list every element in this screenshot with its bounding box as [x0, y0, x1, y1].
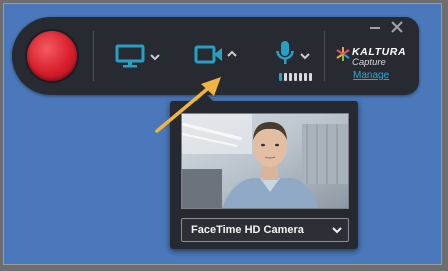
camera-select-value: FaceTime HD Camera: [191, 224, 304, 236]
manage-link[interactable]: Manage: [353, 70, 389, 81]
kaltura-logo-icon: [336, 47, 350, 61]
monitor-icon[interactable]: [115, 44, 145, 68]
mic-level-segment: [284, 73, 287, 81]
capture-toolbar: KALTURA Capture Manage: [12, 17, 419, 95]
camera-popup: FaceTime HD Camera: [170, 93, 358, 249]
record-button[interactable]: [27, 31, 77, 81]
mic-level-segment: [294, 73, 297, 81]
separator: [93, 31, 94, 81]
mic-level-segment: [279, 73, 282, 81]
mic-level-segment: [309, 73, 312, 81]
minimize-icon[interactable]: [369, 23, 381, 31]
camera-options-chevron-up-icon[interactable]: [227, 50, 237, 57]
brand-subtitle: Capture: [352, 57, 386, 68]
microphone-icon[interactable]: [274, 39, 296, 71]
mic-level-meter: [279, 73, 312, 81]
close-icon[interactable]: [391, 21, 403, 33]
camera-preview: [181, 113, 349, 209]
separator: [324, 31, 325, 81]
screen-options-chevron-down-icon[interactable]: [150, 54, 160, 61]
camera-preview-image: [182, 114, 348, 208]
camera-select[interactable]: FaceTime HD Camera: [181, 218, 349, 242]
mic-options-chevron-down-icon[interactable]: [300, 53, 310, 60]
mic-level-segment: [304, 73, 307, 81]
video-camera-icon[interactable]: [194, 44, 224, 66]
chevron-down-icon: [332, 227, 342, 234]
mic-level-segment: [289, 73, 292, 81]
mic-level-segment: [299, 73, 302, 81]
